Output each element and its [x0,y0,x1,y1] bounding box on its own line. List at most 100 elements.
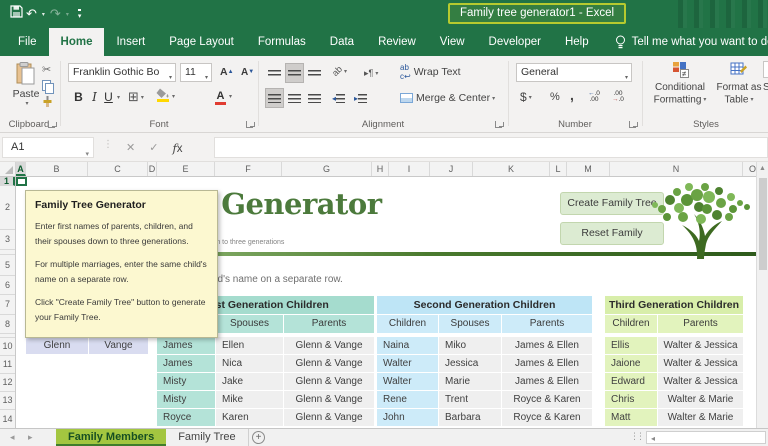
column-header-n[interactable]: N [610,162,743,176]
paste-button[interactable]: Paste ▾ [8,62,44,122]
text-direction-button[interactable]: ▸¶ ▾ [362,64,380,82]
table-cell[interactable]: James & Ellen [502,337,592,354]
table-cell[interactable]: Trent [439,391,501,408]
table-cell[interactable]: Matt [605,409,657,426]
table-cell[interactable]: Glenn & Vange [284,373,374,390]
sheet-tab-family-tree[interactable]: Family Tree [166,429,249,446]
row-header-14[interactable]: 14 [0,410,15,428]
column-header-o[interactable]: O [743,162,756,176]
copy-icon[interactable] [42,80,54,94]
column-header-h[interactable]: H [372,162,389,176]
previous-sheet-icon[interactable]: ◂ [10,432,15,443]
table-cell[interactable]: Marie [439,373,501,390]
table-cell[interactable]: Walter & Jessica [658,373,743,390]
align-left-icon[interactable] [265,88,284,108]
table-cell[interactable]: Misty [157,391,215,408]
selected-cell-a1[interactable] [16,177,27,186]
clipboard-dialog-launcher[interactable] [48,121,55,128]
decrease-font-size-button[interactable]: A ▼ [239,63,256,81]
increase-decimal-button[interactable]: ←.0.00 [586,88,602,106]
ribbon-tab-view[interactable]: View [428,28,477,56]
table-cell[interactable]: Royce & Karen [502,391,592,408]
format-painter-icon[interactable] [42,96,53,111]
undo-icon[interactable]: ↶ [26,5,37,23]
column-header-c[interactable]: C [88,162,148,176]
column-header-l[interactable]: L [550,162,567,176]
table-cell[interactable]: Walter & Jessica [658,355,743,372]
row-header-12[interactable]: 12 [0,374,15,392]
row-header-7[interactable]: 7 [0,295,15,315]
table-cell[interactable]: Naina [377,337,438,354]
table-cell[interactable]: Royce [157,409,215,426]
decrease-indent-icon[interactable]: ◂ [330,89,347,107]
format-as-table-button[interactable]: Format as Table ▾ [716,61,762,107]
number-format-select[interactable]: General ▾ [516,63,632,82]
cancel-icon[interactable]: ✕ [126,141,135,154]
alignment-dialog-launcher[interactable] [495,121,502,128]
table-cell[interactable]: Glenn & Vange [284,391,374,408]
table-cell[interactable]: Ellen [216,337,283,354]
table-cell[interactable]: Chris [605,391,657,408]
parent-cell-father[interactable]: Glenn [26,337,88,354]
table-cell[interactable]: Glenn & Vange [284,409,374,426]
table-cell[interactable]: Barbara [439,409,501,426]
sheet-area[interactable]: Family Tree Generator Enter first names … [16,177,756,428]
fill-color-button[interactable]: ▾ [154,87,177,105]
orientation-button[interactable]: ab ▾ [330,62,349,80]
row-header-13[interactable]: 13 [0,392,15,410]
table-cell[interactable]: Walter & Marie [658,391,743,408]
column-header-j[interactable]: J [430,162,473,176]
bottom-align-icon[interactable] [306,64,323,82]
ribbon-tab-formulas[interactable]: Formulas [246,28,318,56]
increase-font-size-button[interactable]: A ▲ [218,63,236,81]
tab-scrollbar-splitter[interactable]: ⋮⋮ [630,431,645,442]
font-name-select[interactable]: Franklin Gothic Bo ▾ [68,63,176,82]
table-cell[interactable]: Royce & Karen [502,409,592,426]
vertical-scrollbar[interactable]: ▲ [756,162,768,428]
column-header-m[interactable]: M [567,162,610,176]
ribbon-tab-file[interactable]: File [6,28,49,56]
ribbon-tab-page-layout[interactable]: Page Layout [157,28,246,56]
insert-function-icon[interactable]: fx [172,141,182,155]
row-header-10[interactable]: 10 [0,338,15,356]
select-all-corner[interactable] [0,162,16,176]
borders-button[interactable]: ⊞ ▾ [126,88,146,106]
table-cell[interactable]: Rene [377,391,438,408]
number-dialog-launcher[interactable] [629,121,636,128]
table-cell[interactable]: Glenn & Vange [284,337,374,354]
table-cell[interactable]: Jaione [605,355,657,372]
row-header-5[interactable]: 5 [0,255,15,276]
table-cell[interactable]: Walter & Jessica [658,337,743,354]
row-header-1[interactable]: 1 [0,177,15,186]
redo-icon[interactable]: ↷ [50,5,61,23]
table-cell[interactable]: Walter [377,373,438,390]
font-size-select[interactable]: 11 ▾ [180,63,212,82]
table-cell[interactable]: Mike [216,391,283,408]
sheet-tab-family-members[interactable]: Family Members [56,429,167,446]
decrease-decimal-button[interactable]: .00 →.0 [610,88,626,106]
table-cell[interactable]: Walter [377,355,438,372]
new-sheet-button[interactable]: + [252,431,265,444]
table-cell[interactable]: Misty [157,373,215,390]
table-cell[interactable]: Karen [216,409,283,426]
name-box[interactable]: A1 ▾ [2,137,94,158]
align-right-icon[interactable] [306,89,323,107]
vertical-scrollbar-thumb[interactable] [759,178,767,270]
row-header-2[interactable]: 2 [0,186,15,230]
font-dialog-launcher[interactable] [246,121,253,128]
conditional-formatting-button[interactable]: ≠ Conditional Formatting ▾ [648,61,712,107]
table-cell[interactable]: Edward [605,373,657,390]
column-header-i[interactable]: I [389,162,430,176]
align-center-icon[interactable] [286,89,303,107]
merge-center-button[interactable]: Merge & Center ▾ [398,89,497,107]
table-cell[interactable]: Ellis [605,337,657,354]
column-header-d[interactable]: D [148,162,157,176]
font-color-button[interactable]: A ▾ [212,89,234,107]
table-cell[interactable]: James [157,355,215,372]
comma-style-button[interactable]: , [568,86,576,104]
table-cell[interactable]: Nica [216,355,283,372]
ribbon-tab-insert[interactable]: Insert [104,28,157,56]
formula-input[interactable] [214,137,768,158]
scroll-up-icon[interactable]: ▲ [759,165,766,172]
cut-icon[interactable]: ✂ [42,64,51,76]
